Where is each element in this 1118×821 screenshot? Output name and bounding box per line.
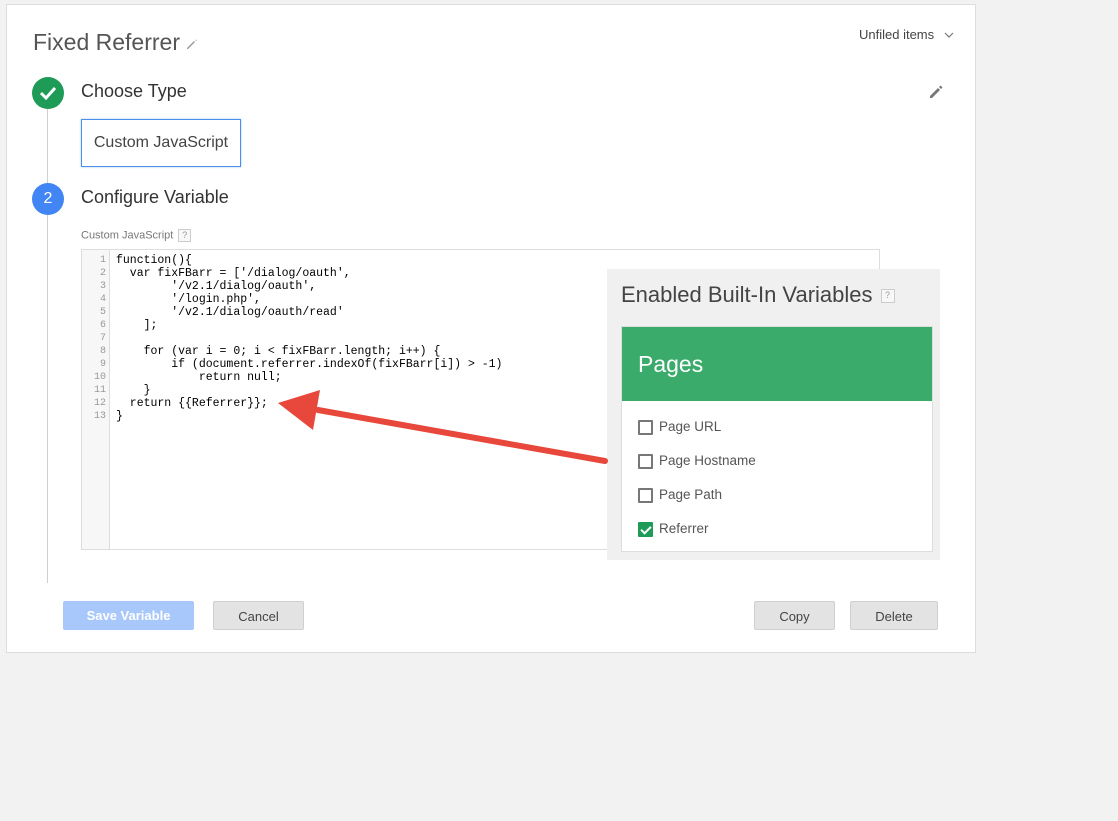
checkbox-icon[interactable] [638, 419, 653, 435]
code-line: return {{Referrer}}; [116, 397, 268, 410]
code-line: for (var i = 0; i < fixFBarr.length; i++… [116, 345, 441, 358]
line-number: 7 [99, 333, 106, 344]
line-number: 4 [99, 294, 106, 305]
checkbox-checked-icon[interactable] [638, 521, 653, 537]
step-configure-label: Configure Variable [81, 187, 229, 207]
custom-js-label-text: Custom JavaScript [81, 229, 174, 242]
edit-pencil-icon[interactable] [927, 83, 945, 101]
code-line: return null; [116, 371, 282, 384]
variable-editor-card: Fixed Referrer Unfiled items Choose Type… [6, 4, 976, 653]
custom-js-label: Custom JavaScript? [81, 229, 192, 242]
help-icon[interactable]: ? [178, 229, 192, 242]
checkbox-page-path[interactable]: Page Path [638, 487, 722, 503]
code-line: '/v2.1/dialog/oauth/read' [116, 306, 344, 319]
checkbox-page-hostname[interactable]: Page Hostname [638, 453, 756, 469]
line-number: 10 [93, 372, 106, 383]
builtin-variables-title-text: Enabled Built-In Variables [621, 282, 873, 307]
line-number: 11 [93, 385, 106, 396]
code-line: } [116, 410, 123, 423]
checkbox-label: Page Path [659, 487, 723, 502]
line-number-gutter: 1 2 3 4 5 6 7 8 9 10 11 12 13 [82, 250, 110, 549]
step-choose-type-label: Choose Type [81, 81, 187, 101]
code-line: ]; [116, 319, 158, 332]
line-number: 6 [99, 320, 106, 331]
builtin-variables-panel: Enabled Built-In Variables? Pages Page U… [607, 269, 940, 560]
chevron-down-icon [944, 32, 954, 38]
variable-name[interactable]: Fixed Referrer [33, 29, 180, 56]
cancel-button[interactable]: Cancel [213, 601, 304, 630]
step-complete-check-icon [32, 77, 64, 109]
delete-button[interactable]: Delete [850, 601, 938, 630]
checkbox-label: Page Hostname [659, 453, 756, 468]
line-number: 3 [99, 281, 106, 292]
step-number-badge: 2 [32, 183, 64, 215]
save-variable-button[interactable]: Save Variable [63, 601, 194, 630]
code-line: if (document.referrer.indexOf(fixFBarr[i… [116, 358, 503, 371]
code-line: '/v2.1/dialog/oauth', [116, 280, 317, 293]
line-number: 5 [99, 307, 106, 318]
checkbox-icon[interactable] [638, 453, 653, 469]
code-line: var fixFBarr = ['/dialog/oauth', [116, 267, 351, 280]
folder-label: Unfiled items [859, 27, 935, 42]
line-number: 13 [93, 411, 106, 422]
checkbox-label: Referrer [659, 521, 709, 536]
checkbox-label: Page URL [659, 419, 722, 434]
builtin-variables-title: Enabled Built-In Variables? [621, 282, 895, 308]
code-line: } [116, 384, 151, 397]
line-number: 8 [99, 346, 106, 357]
checkbox-page-url[interactable]: Page URL [638, 419, 721, 435]
code-line: '/login.php', [116, 293, 261, 306]
variable-type-card[interactable]: Custom JavaScript [81, 119, 241, 167]
folder-dropdown[interactable]: Unfiled items [859, 27, 954, 42]
checkbox-icon[interactable] [638, 487, 653, 503]
copy-button[interactable]: Copy [754, 601, 835, 630]
line-number: 1 [99, 255, 106, 266]
step-connector-line [47, 105, 48, 583]
pages-group: Pages Page URL Page Hostname Page Path R… [621, 326, 933, 552]
help-icon[interactable]: ? [880, 289, 895, 304]
line-number: 12 [93, 398, 106, 409]
pencil-icon[interactable] [185, 37, 199, 51]
code-line: function(){ [116, 254, 192, 267]
line-number: 2 [99, 268, 106, 279]
line-number: 9 [99, 359, 106, 370]
checkbox-referrer[interactable]: Referrer [638, 521, 709, 537]
pages-group-header: Pages [622, 327, 932, 401]
